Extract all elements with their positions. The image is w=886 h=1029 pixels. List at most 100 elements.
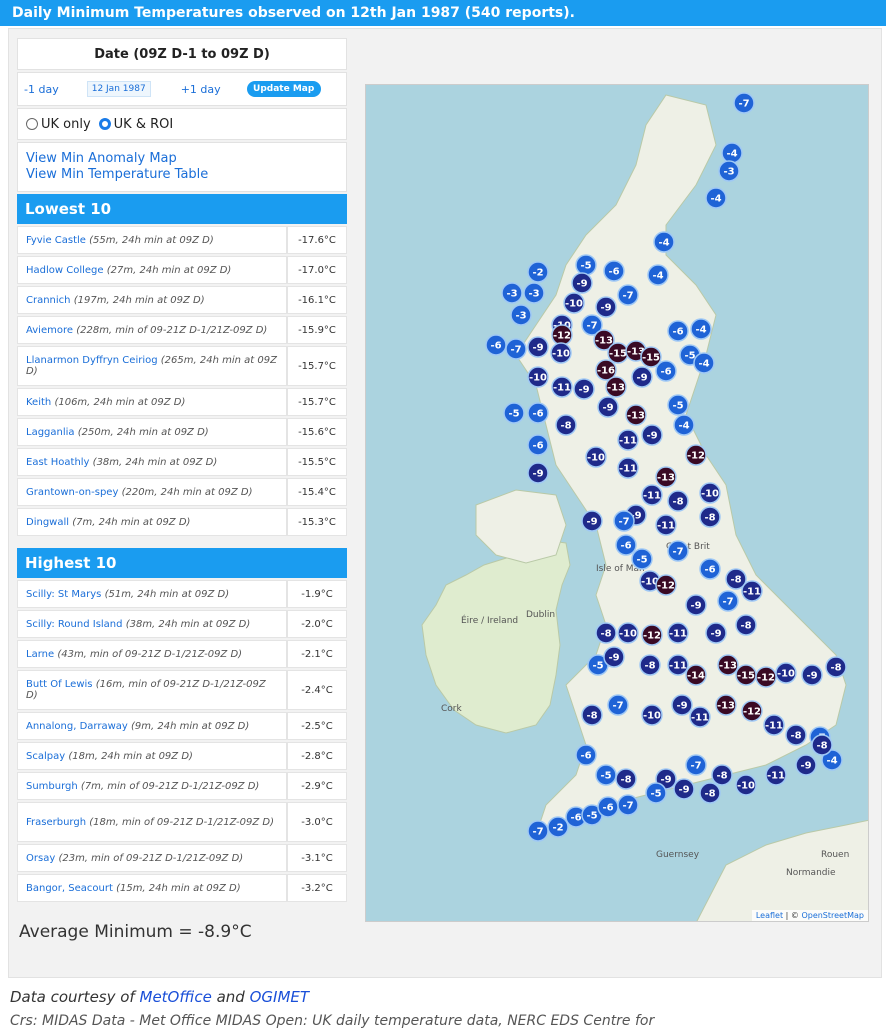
temperature-marker[interactable]: -13 xyxy=(625,404,647,426)
station-name-link[interactable]: Grantown-on-spey xyxy=(26,487,118,498)
temperature-marker[interactable]: -6 xyxy=(615,534,637,556)
temperature-marker[interactable]: -7 xyxy=(685,754,707,776)
temperature-marker[interactable]: -8 xyxy=(735,614,757,636)
temperature-marker[interactable]: -9 xyxy=(573,378,595,400)
temperature-marker[interactable]: -3 xyxy=(501,282,523,304)
temperature-marker[interactable]: -5 xyxy=(595,764,617,786)
radio-uk-roi-label[interactable]: UK & ROI xyxy=(114,117,174,132)
temperature-marker[interactable]: -8 xyxy=(639,654,661,676)
temperature-marker[interactable]: -4 xyxy=(693,352,715,374)
temperature-marker[interactable]: -5 xyxy=(575,254,597,276)
temperature-marker[interactable]: -6 xyxy=(527,434,549,456)
prev-day-link[interactable]: -1 day xyxy=(24,83,59,96)
temperature-marker[interactable]: -8 xyxy=(811,734,833,756)
temperature-marker[interactable]: -11 xyxy=(667,622,689,644)
temperature-marker[interactable]: -8 xyxy=(711,764,733,786)
temperature-marker[interactable]: -11 xyxy=(765,764,787,786)
temperature-marker[interactable]: -4 xyxy=(690,318,712,340)
temperature-marker[interactable]: -6 xyxy=(485,334,507,356)
temperature-marker[interactable]: -9 xyxy=(581,510,603,532)
temperature-marker[interactable]: -11 xyxy=(617,429,639,451)
temperature-marker[interactable]: -13 xyxy=(717,654,739,676)
temperature-marker[interactable]: -11 xyxy=(655,514,677,536)
temperature-marker[interactable]: -9 xyxy=(685,594,707,616)
temperature-marker[interactable]: -8 xyxy=(667,490,689,512)
station-name-link[interactable]: East Hoathly xyxy=(26,457,89,468)
temperature-marker[interactable]: -4 xyxy=(673,414,695,436)
station-name-link[interactable]: Orsay xyxy=(26,853,55,864)
openstreetmap-link[interactable]: OpenStreetMap xyxy=(801,911,864,920)
temperature-marker[interactable]: -9 xyxy=(597,396,619,418)
temperature-marker[interactable]: -9 xyxy=(603,646,625,668)
radio-uk-only-label[interactable]: UK only xyxy=(41,117,91,132)
station-name-link[interactable]: Llanarmon Dyffryn Ceiriog xyxy=(26,355,158,366)
leaflet-link[interactable]: Leaflet xyxy=(756,911,783,920)
temperature-marker[interactable]: -10 xyxy=(617,622,639,644)
temperature-marker[interactable]: -9 xyxy=(641,424,663,446)
temperature-marker[interactable]: -5 xyxy=(667,394,689,416)
temperature-marker[interactable]: -8 xyxy=(785,724,807,746)
station-name-link[interactable]: Larne xyxy=(26,649,54,660)
station-name-link[interactable]: Crannich xyxy=(26,295,71,306)
temperature-marker[interactable]: -7 xyxy=(607,694,629,716)
temperature-marker[interactable]: -9 xyxy=(595,296,617,318)
temperature-marker[interactable]: -4 xyxy=(653,231,675,253)
temperature-marker[interactable]: -12 xyxy=(741,700,763,722)
next-day-link[interactable]: +1 day xyxy=(181,83,221,96)
station-name-link[interactable]: Annalong, Darraway xyxy=(26,721,128,732)
temperature-marker[interactable]: -9 xyxy=(795,754,817,776)
station-name-link[interactable]: Aviemore xyxy=(26,325,73,336)
station-name-link[interactable]: Fraserburgh xyxy=(26,817,86,828)
temperature-marker[interactable]: -12 xyxy=(685,444,707,466)
temperature-marker[interactable]: -9 xyxy=(571,272,593,294)
temperature-marker[interactable]: -2 xyxy=(547,816,569,838)
radio-uk-only[interactable] xyxy=(26,118,38,130)
temperature-marker[interactable]: -9 xyxy=(673,778,695,800)
temperature-marker[interactable]: -9 xyxy=(527,462,549,484)
temperature-marker[interactable]: -10 xyxy=(735,774,757,796)
temperature-marker[interactable]: -12 xyxy=(551,324,573,346)
temperature-marker[interactable]: -3 xyxy=(510,304,532,326)
station-name-link[interactable]: Dingwall xyxy=(26,517,69,528)
temperature-marker[interactable]: -8 xyxy=(699,506,721,528)
temperature-marker[interactable]: -8 xyxy=(595,622,617,644)
temperature-marker[interactable]: -8 xyxy=(699,782,721,804)
temperature-marker[interactable]: -7 xyxy=(505,338,527,360)
temperature-marker[interactable]: -12 xyxy=(755,666,777,688)
temperature-marker[interactable]: -10 xyxy=(527,366,549,388)
temperature-marker[interactable]: -10 xyxy=(585,446,607,468)
temperature-marker[interactable]: -4 xyxy=(721,142,743,164)
temperature-marker[interactable]: -6 xyxy=(699,558,721,580)
temperature-marker[interactable]: -7 xyxy=(733,92,755,114)
temperature-marker[interactable]: -4 xyxy=(647,264,669,286)
temperature-marker[interactable]: -9 xyxy=(705,622,727,644)
temperature-marker[interactable]: -11 xyxy=(689,706,711,728)
temperature-marker[interactable]: -5 xyxy=(631,548,653,570)
station-name-link[interactable]: Scalpay xyxy=(26,751,65,762)
temperature-marker[interactable]: -4 xyxy=(705,187,727,209)
temperature-marker[interactable]: -9 xyxy=(801,664,823,686)
map-canvas[interactable]: Isle of Man Éire / Ireland Dublin Cork G… xyxy=(366,85,869,922)
temperature-marker[interactable]: -7 xyxy=(717,590,739,612)
metoffice-link[interactable]: MetOffice xyxy=(140,988,212,1006)
temperature-marker[interactable]: -12 xyxy=(655,574,677,596)
temperature-marker[interactable]: -9 xyxy=(527,336,549,358)
station-name-link[interactable]: Keith xyxy=(26,397,51,408)
temperature-marker[interactable]: -13 xyxy=(715,694,737,716)
date-input[interactable]: 12 Jan 1987 xyxy=(86,81,151,97)
temperature-marker[interactable]: -6 xyxy=(597,796,619,818)
temperature-marker[interactable]: -6 xyxy=(575,744,597,766)
temperature-marker[interactable]: -7 xyxy=(667,540,689,562)
station-name-link[interactable]: Lagganlia xyxy=(26,427,75,438)
temperature-marker[interactable]: -13 xyxy=(605,376,627,398)
temperature-marker[interactable]: -10 xyxy=(699,482,721,504)
temperature-marker[interactable]: -8 xyxy=(825,656,847,678)
ogimet-link[interactable]: OGIMET xyxy=(250,988,309,1006)
temperature-marker[interactable]: -10 xyxy=(641,704,663,726)
temperature-marker[interactable]: -6 xyxy=(655,360,677,382)
temperature-marker[interactable]: -11 xyxy=(617,457,639,479)
temperature-marker[interactable]: -8 xyxy=(615,768,637,790)
temperature-marker[interactable]: -8 xyxy=(581,704,603,726)
update-map-button[interactable]: Update Map xyxy=(246,81,321,97)
temperature-marker[interactable]: -7 xyxy=(617,284,639,306)
